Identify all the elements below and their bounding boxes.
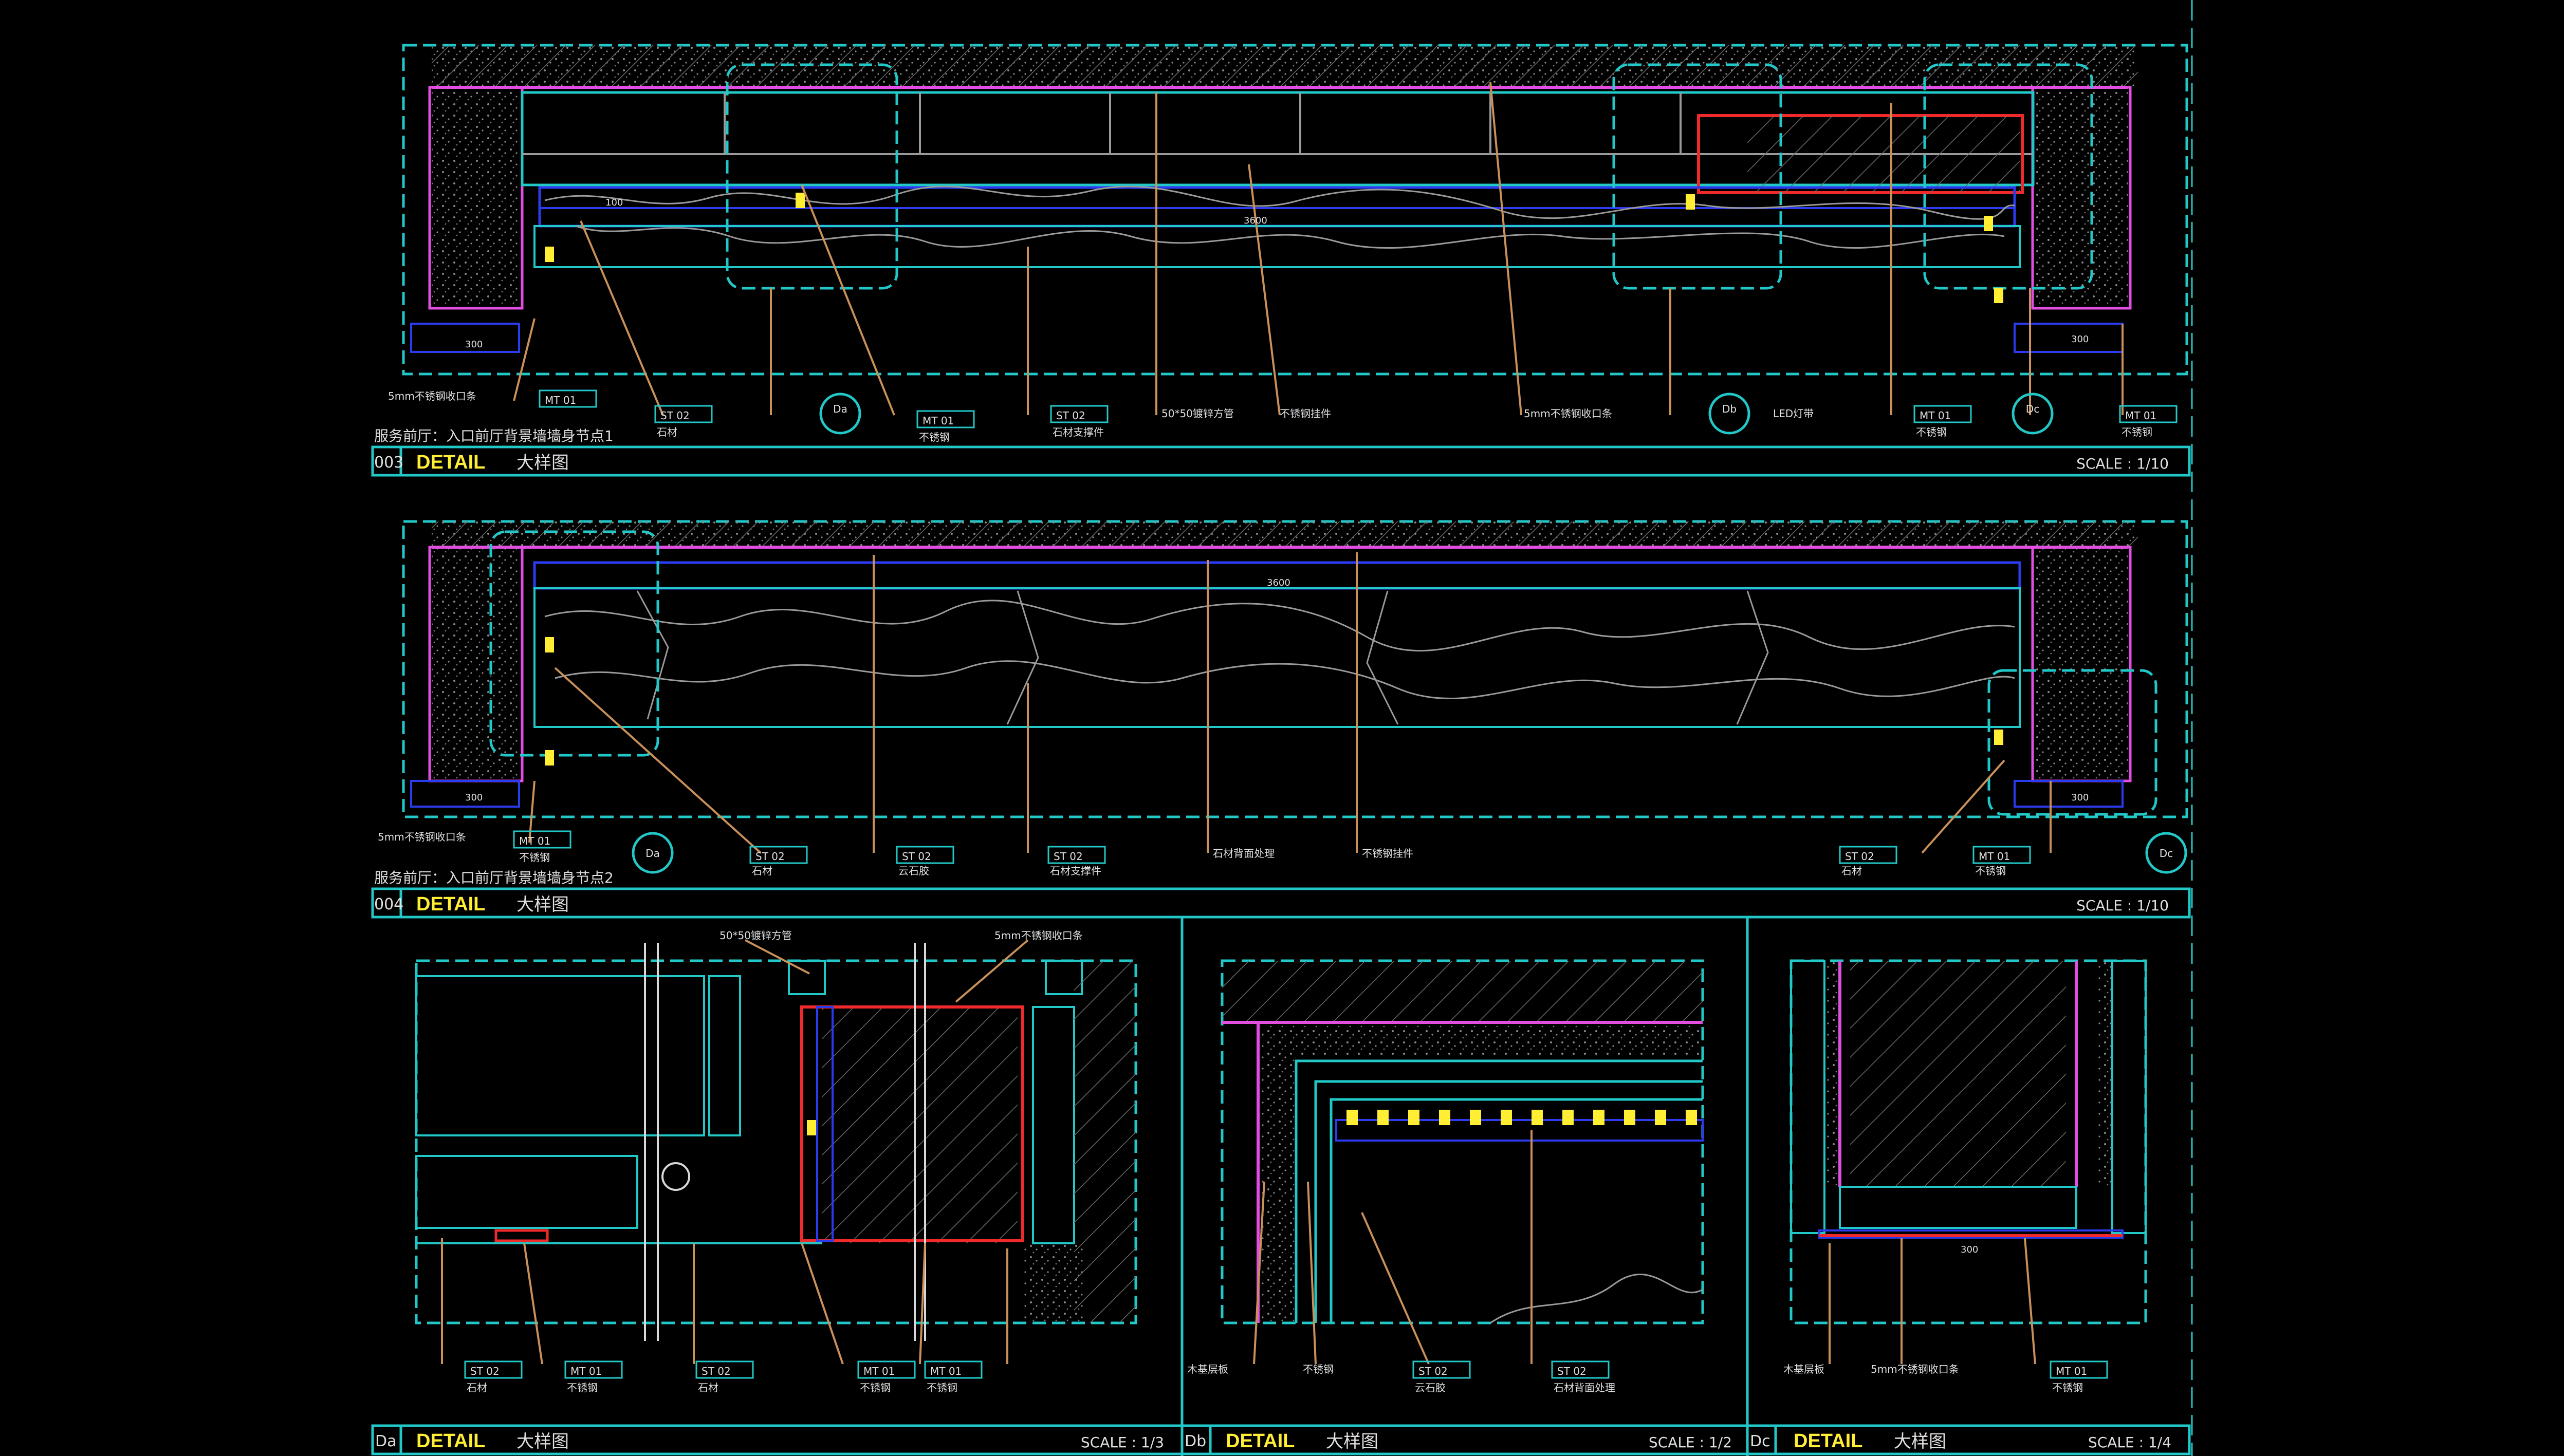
note-channel-004: 5mm不锈钢收口条	[378, 831, 466, 843]
dim-003-top: 100	[605, 197, 623, 208]
detail-cn-003: 大样图	[517, 453, 569, 473]
note-stone-004: 石材	[752, 865, 772, 877]
dim-003-right: 300	[2071, 334, 2089, 345]
tag-mt01-j: MT 01	[2056, 1365, 2087, 1377]
callout-dc-003: Dc	[2026, 403, 2039, 415]
tag-st02-e: ST 02	[1054, 850, 1083, 863]
panel-id-003: 003	[374, 454, 403, 472]
detail-title-db: DETAIL	[1226, 1430, 1295, 1452]
note-bolt-003: 不锈钢挂件	[1280, 407, 1331, 420]
note-glue-db: 云石胶	[1415, 1382, 1446, 1394]
note-channel-dc: 5mm不锈钢收口条	[1871, 1363, 1959, 1375]
note-pipe-da: 50*50镀锌方管	[720, 929, 792, 942]
scale-dc: SCALE : 1/4	[2088, 1434, 2171, 1451]
note-steel-004b: 不锈钢	[1975, 865, 2006, 877]
scale-004: SCALE : 1/10	[2076, 897, 2169, 914]
note-stone-da2: 石材	[698, 1382, 718, 1394]
note-steel-da3: 不锈钢	[927, 1382, 957, 1394]
panel-id-db: Db	[1185, 1432, 1206, 1450]
note-steel-da2: 不锈钢	[860, 1382, 891, 1394]
tag-st02-a: ST 02	[660, 409, 690, 422]
panel-id-dc: Dc	[1750, 1432, 1770, 1450]
note-pipe-003: 50*50镀锌方管	[1161, 407, 1234, 420]
note-channel-003b: 5mm不锈钢收口条	[388, 390, 476, 402]
dim-004-left: 300	[465, 792, 483, 803]
tag-mt01-d: MT 01	[545, 394, 576, 406]
tag-mt01-h: MT 01	[863, 1365, 895, 1377]
detail-title-da: DETAIL	[416, 1430, 485, 1452]
scale-003: SCALE : 1/10	[2076, 455, 2169, 472]
note-board-dc: 木基层板	[1783, 1363, 1824, 1375]
note-steel-004: 不锈钢	[519, 851, 550, 864]
panel-id-004: 004	[374, 895, 403, 913]
note-support-003: 石材支撑件	[1053, 426, 1104, 438]
tag-mt01-c: MT 01	[2125, 409, 2156, 422]
detail-title-004: DETAIL	[416, 893, 485, 915]
note-board-db: 木基层板	[1187, 1363, 1228, 1375]
detail-cn-dc: 大样图	[1894, 1431, 1946, 1452]
panel-da	[415, 939, 1137, 1365]
tag-mt01-e: MT 01	[1979, 850, 2010, 863]
scale-da: SCALE : 1/3	[1081, 1434, 1164, 1451]
note-steel-003b: 不锈钢	[1916, 426, 1947, 438]
dim-004-mid: 3600	[1267, 577, 1290, 588]
tag-st02-c: ST 02	[755, 850, 785, 863]
note-steel-dc: 不锈钢	[2052, 1382, 2083, 1394]
note-support-004: 石材支撑件	[1050, 865, 1101, 877]
tag-mt01-g: MT 01	[570, 1365, 602, 1377]
note-channel-da: 5mm不锈钢收口条	[994, 929, 1083, 942]
dim-003-left: 300	[465, 339, 483, 350]
note-channel-003: 5mm不锈钢收口条	[1524, 407, 1612, 420]
tag-st02-i: ST 02	[1418, 1365, 1448, 1377]
tag-st02-j: ST 02	[1557, 1365, 1587, 1377]
callout-da-004: Da	[645, 847, 660, 860]
tag-st02-d: ST 02	[902, 850, 931, 863]
note-steel-003c: 不锈钢	[2122, 426, 2152, 438]
panel-004	[402, 520, 2188, 874]
tag-st02-h: ST 02	[702, 1365, 731, 1377]
tag-st02-g: ST 02	[470, 1365, 500, 1377]
note-back-db: 石材背面处理	[1554, 1382, 1615, 1394]
callout-da-003: Da	[833, 403, 847, 415]
panel-id-da: Da	[375, 1432, 396, 1450]
note-stone-004b: 石材	[1841, 865, 1862, 877]
dim-004-right: 300	[2071, 792, 2089, 803]
callout-db-003: Db	[1722, 403, 1737, 415]
panel-003	[402, 44, 2188, 435]
dim-003-mid: 3600	[1244, 215, 1267, 226]
note-stone-da: 石材	[467, 1382, 487, 1394]
tag-mt01-b: MT 01	[1920, 409, 1951, 422]
note-glue-004: 云石胶	[898, 865, 929, 877]
caption-003: 服务前厅：入口前厅背景墙墙身节点1	[374, 427, 614, 444]
tag-st02-f: ST 02	[1845, 850, 1874, 863]
caption-004: 服务前厅：入口前厅背景墙墙身节点2	[374, 869, 614, 886]
tag-mt01-a: MT 01	[923, 415, 954, 427]
note-bolt-004: 不锈钢挂件	[1362, 847, 1413, 860]
panel-dc	[1790, 959, 2147, 1365]
detail-title-003: DETAIL	[416, 452, 485, 473]
note-stone-003: 石材	[657, 426, 677, 438]
detail-cn-004: 大样图	[517, 894, 569, 915]
note-steel-db: 不锈钢	[1303, 1363, 1334, 1375]
detail-cn-db: 大样图	[1326, 1431, 1378, 1452]
panel-db	[1221, 959, 1704, 1365]
cad-detail-drawing: 003 004 Da Db Dc DETAIL 大样图 DETAIL 大样图 D…	[371, 0, 2193, 1456]
tag-mt01-i: MT 01	[930, 1365, 962, 1377]
detail-cn-da: 大样图	[517, 1431, 569, 1452]
note-steel-da: 不锈钢	[567, 1382, 598, 1394]
note-steel-003: 不锈钢	[919, 431, 950, 443]
scale-db: SCALE : 1/2	[1649, 1434, 1732, 1451]
detail-title-dc: DETAIL	[1794, 1430, 1862, 1452]
note-light-003: LED灯带	[1773, 407, 1814, 420]
tag-st02-b: ST 02	[1056, 409, 1085, 422]
tag-mt01-f: MT 01	[519, 835, 550, 847]
note-back-004: 石材背面处理	[1213, 847, 1275, 860]
callout-dc-004: Dc	[2160, 847, 2173, 860]
dim-dc: 300	[1961, 1244, 1978, 1255]
tags-003	[539, 389, 2178, 428]
